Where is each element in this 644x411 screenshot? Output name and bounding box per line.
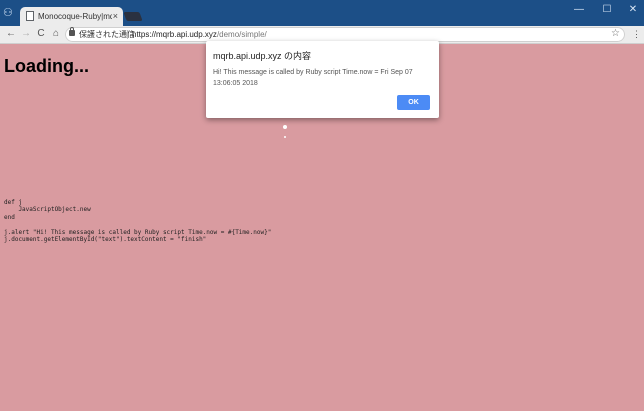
bookmark-star-icon[interactable]: ☆ — [611, 28, 620, 40]
dialog-message: Hi! This message is called by Ruby scrip… — [213, 69, 413, 87]
app-menu-icon[interactable]: ⚇ — [3, 6, 13, 20]
loading-spinner-dot — [283, 125, 287, 129]
forward-button[interactable]: → — [20, 27, 32, 41]
close-tab-icon[interactable]: × — [113, 10, 118, 22]
new-tab-button[interactable] — [123, 12, 143, 21]
ruby-source-code: def j JavaScriptObject.new end j.alert "… — [4, 199, 272, 244]
close-window-button[interactable]: ✕ — [623, 2, 643, 18]
address-bar[interactable]: 保護された通信 https://mqrb.api.udp.xyz/demo/si… — [65, 27, 625, 42]
window-titlebar: ⚇ Monocoque-Ruby|mqrb × — ☐ ✕ — [0, 0, 644, 26]
tab-title: Monocoque-Ruby|mqrb — [38, 12, 112, 21]
browser-tab[interactable]: Monocoque-Ruby|mqrb × — [20, 7, 123, 26]
back-button[interactable]: ← — [5, 27, 17, 41]
loading-spinner-dot — [284, 136, 286, 138]
maximize-button[interactable]: ☐ — [597, 2, 617, 18]
url-text[interactable]: https://mqrb.api.udp.xyz/demo/simple/ — [132, 29, 267, 40]
minimize-button[interactable]: — — [569, 2, 589, 18]
loading-heading: Loading... — [4, 56, 89, 76]
home-button[interactable]: ⌂ — [50, 27, 62, 41]
alert-dialog: mqrb.api.udp.xyz の内容 Hi! This message is… — [206, 41, 439, 118]
lock-icon — [69, 27, 75, 36]
url-separator — [127, 30, 128, 39]
browser-menu-icon[interactable]: ⋮ — [632, 28, 641, 40]
url-path: /demo/simple/ — [216, 30, 267, 39]
reload-button[interactable]: C — [35, 27, 47, 41]
ok-button[interactable]: OK — [397, 95, 430, 110]
page-icon — [26, 11, 34, 21]
url-base: https://mqrb.api.udp.xyz — [132, 30, 217, 39]
dialog-title: mqrb.api.udp.xyz の内容 — [213, 51, 312, 61]
